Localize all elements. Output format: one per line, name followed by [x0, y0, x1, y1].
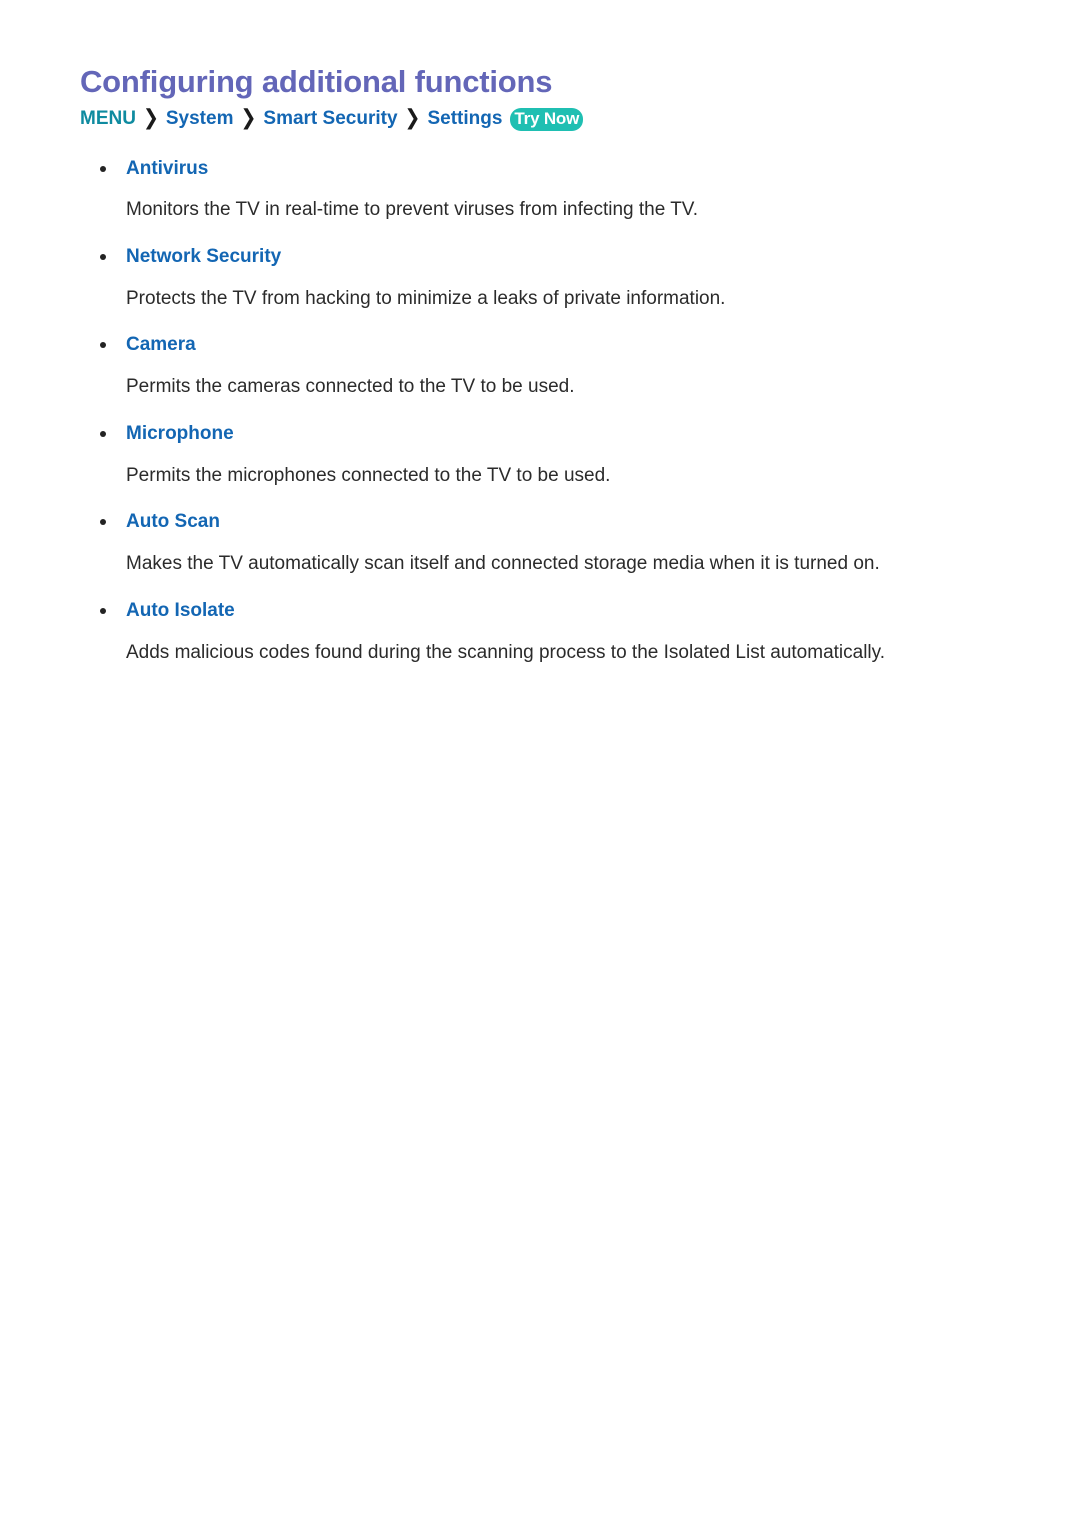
feature-description: Monitors the TV in real-time to prevent …	[126, 199, 699, 221]
bullet-icon	[100, 165, 106, 172]
feature-heading-label: Antivirus	[126, 157, 209, 179]
chevron-right-icon: ❯	[240, 106, 257, 131]
feature-description: Permits the microphones connected to the…	[126, 464, 611, 486]
breadcrumb-item-menu[interactable]: MENU	[80, 108, 136, 131]
feature-heading-label: Network Security	[126, 246, 282, 268]
list-item: Camera Permits the cameras connected to …	[80, 333, 1000, 399]
feature-description: Permits the cameras connected to the TV …	[126, 376, 575, 398]
bullet-icon	[100, 607, 106, 614]
feature-heading-network-security: Network Security	[80, 245, 1000, 269]
feature-list: Antivirus Monitors the TV in real-time t…	[80, 157, 1000, 666]
feature-description: Makes the TV automatically scan itself a…	[126, 553, 880, 575]
document-page: Configuring additional functions MENU ❯ …	[0, 0, 1080, 1527]
feature-heading-antivirus: Antivirus	[80, 157, 1000, 181]
bullet-icon	[100, 342, 106, 349]
feature-heading-auto-scan: Auto Scan	[80, 510, 1000, 534]
breadcrumb: MENU ❯ System ❯ Smart Security ❯ Setting…	[80, 105, 1000, 135]
list-item: Auto Scan Makes the TV automatically sca…	[80, 510, 1000, 576]
list-item: Network Security Protects the TV from ha…	[80, 245, 1000, 311]
bullet-icon	[100, 519, 106, 526]
feature-description: Protects the TV from hacking to minimize…	[126, 287, 726, 309]
breadcrumb-item-system[interactable]: System	[166, 108, 234, 131]
chevron-right-icon: ❯	[404, 106, 421, 131]
feature-heading-label: Microphone	[126, 422, 234, 444]
feature-heading-label: Auto Isolate	[126, 599, 235, 621]
chevron-right-icon: ❯	[142, 106, 159, 131]
feature-heading-auto-isolate: Auto Isolate	[80, 599, 1000, 623]
breadcrumb-item-smart-security[interactable]: Smart Security	[263, 108, 397, 131]
feature-heading-label: Camera	[126, 334, 196, 356]
list-item: Microphone Permits the microphones conne…	[80, 422, 1000, 488]
document-content: Configuring additional functions MENU ❯ …	[80, 64, 1000, 665]
feature-heading-camera: Camera	[80, 333, 1000, 357]
bullet-icon	[100, 254, 106, 261]
feature-heading-microphone: Microphone	[80, 422, 1000, 446]
bullet-icon	[100, 430, 106, 437]
feature-description: Adds malicious codes found during the sc…	[126, 641, 886, 663]
try-now-badge[interactable]: Try Now	[510, 108, 584, 131]
list-item: Auto Isolate Adds malicious codes found …	[80, 599, 1000, 665]
list-item: Antivirus Monitors the TV in real-time t…	[80, 157, 1000, 223]
page-title: Configuring additional functions	[80, 64, 553, 99]
breadcrumb-item-settings[interactable]: Settings	[427, 108, 502, 131]
feature-heading-label: Auto Scan	[126, 511, 220, 533]
